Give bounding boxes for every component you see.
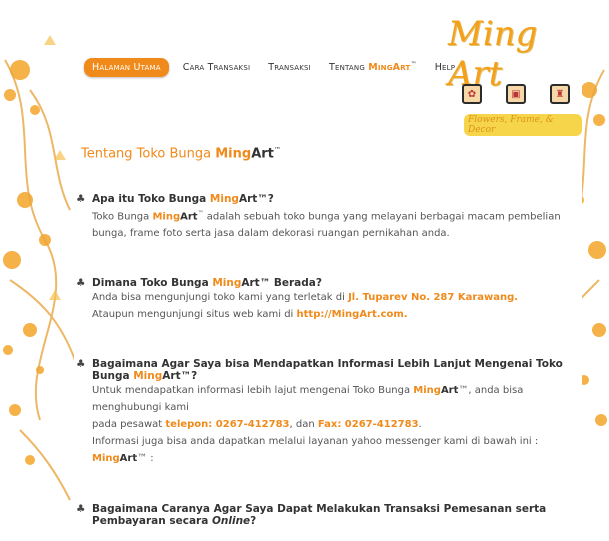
nav-tentang-label: Tentang bbox=[328, 62, 369, 74]
a1-brand-art: Art bbox=[180, 211, 198, 223]
logo-tagline: Flowers, Frame, & Decor bbox=[464, 114, 582, 136]
q1-prefix: Apa itu Toko Bunga bbox=[92, 193, 210, 205]
content-page: Halaman Utama Cara Transaksi Transaksi T… bbox=[74, 0, 582, 541]
frame-icon[interactable]: ▣ bbox=[506, 84, 526, 104]
a1-prefix: Toko Bunga bbox=[92, 211, 153, 223]
q3-suffix: ™? bbox=[180, 370, 198, 382]
address-link[interactable]: Jl. Tuparev No. 287 Karawang. bbox=[348, 292, 518, 303]
nav-tentang-mingart[interactable]: Tentang MingArt™ bbox=[325, 58, 421, 76]
page-title-trademark: ™ bbox=[273, 146, 281, 154]
faq-answer: Anda bisa mengunjungi toko kami yang ter… bbox=[92, 289, 576, 323]
floral-decoration-left bbox=[3, 35, 76, 501]
nav-cara-transaksi[interactable]: Cara Transaksi bbox=[179, 59, 254, 76]
q3-brand-ming: Ming bbox=[133, 370, 163, 382]
q4-text: Bagaimana Caranya Agar Saya Dapat Melaku… bbox=[92, 503, 547, 527]
faq-item: ♣ Bagaimana Agar Saya bisa Mendapatkan I… bbox=[76, 358, 576, 467]
a3-line2-prefix: pada pesawat bbox=[92, 419, 166, 430]
faq-answer: Toko Bunga MingArt™ adalah sebuah toko b… bbox=[92, 205, 576, 242]
q4-end: ? bbox=[250, 515, 257, 527]
club-bullet-icon: ♣ bbox=[76, 193, 86, 205]
page-title-brand-ming: Ming bbox=[215, 146, 252, 162]
a3-brand-art: Art bbox=[440, 385, 459, 396]
page-title: Tentang Toko Bunga MingArt™ bbox=[81, 146, 281, 161]
club-bullet-icon: ♣ bbox=[76, 277, 86, 289]
faq-question: ♣ Bagaimana Caranya Agar Saya Dapat Mela… bbox=[76, 503, 576, 527]
a3-line2-end: . bbox=[418, 419, 422, 430]
a3-brand-ming: Ming bbox=[413, 385, 441, 396]
mingart-logo[interactable]: Ming Art ✿ ▣ ♜ Flowers, Frame, & Decor bbox=[442, 10, 582, 136]
logo-icons: ✿ ▣ ♜ bbox=[462, 84, 570, 104]
q2-brand-art: Art bbox=[241, 277, 260, 289]
decor-icon[interactable]: ♜ bbox=[550, 84, 570, 104]
nav-halaman-utama-label: Halaman Utama bbox=[92, 62, 161, 73]
a3-line2-mid: , dan bbox=[289, 419, 318, 430]
telephone-number[interactable]: telepon: 0267-412783 bbox=[165, 419, 289, 430]
nav-transaksi[interactable]: Transaksi bbox=[264, 59, 315, 76]
flower-icon[interactable]: ✿ bbox=[462, 84, 482, 104]
a2-line1-prefix: Anda bisa mengunjungi toko kami yang ter… bbox=[92, 292, 349, 303]
faq-question: ♣ Bagaimana Agar Saya bisa Mendapatkan I… bbox=[76, 358, 576, 382]
main-nav: Halaman Utama Cara Transaksi Transaksi T… bbox=[84, 58, 459, 77]
a3-line4-brand-ming: Ming bbox=[92, 453, 120, 464]
q1-brand-art: Art bbox=[238, 193, 258, 205]
faq-item: ♣ Bagaimana Caranya Agar Saya Dapat Mela… bbox=[76, 503, 576, 527]
page-title-brand-art: Art bbox=[251, 146, 274, 162]
a3-line4-suffix: ™ : bbox=[137, 453, 154, 464]
q2-prefix: Dimana Toko Bunga bbox=[92, 277, 213, 289]
logo-title: Ming Art bbox=[448, 14, 538, 94]
faq-question: ♣ Dimana Toko Bunga MingArt™ Berada? bbox=[76, 277, 576, 289]
q3-brand-art: Art bbox=[162, 370, 181, 382]
a3-line3: Informasi juga bisa anda dapatkan melalu… bbox=[92, 436, 539, 447]
club-bullet-icon: ♣ bbox=[76, 358, 86, 370]
q1-suffix: ™? bbox=[257, 193, 274, 205]
page-title-prefix: Tentang Toko Bunga bbox=[81, 146, 216, 162]
fax-number[interactable]: Fax: 0267-412783 bbox=[318, 419, 419, 430]
faq-item: ♣ Dimana Toko Bunga MingArt™ Berada? And… bbox=[76, 277, 576, 323]
a3-line1-prefix: Untuk mendapatkan informasi lebih lajut … bbox=[92, 385, 414, 396]
q4-online: Online bbox=[211, 515, 251, 527]
faq-answer: Untuk mendapatkan informasi lebih lajut … bbox=[92, 382, 576, 467]
q2-suffix: ™ Berada? bbox=[259, 277, 322, 289]
q1-brand-ming: Ming bbox=[209, 193, 239, 205]
club-bullet-icon: ♣ bbox=[76, 503, 86, 515]
a2-line2-prefix: Ataupun mengunjungi situs web kami di bbox=[92, 309, 297, 320]
nav-brand-art: Art bbox=[392, 62, 411, 74]
website-link[interactable]: http://MingArt.com. bbox=[297, 309, 408, 320]
faq-item: ♣ Apa itu Toko Bunga MingArt™? Toko Bung… bbox=[76, 193, 576, 242]
a3-line4-brand-art: Art bbox=[119, 453, 138, 464]
nav-transaksi-label: Transaksi bbox=[268, 62, 311, 73]
nav-trademark: ™ bbox=[410, 61, 417, 69]
nav-cara-transaksi-label: Cara Transaksi bbox=[182, 62, 251, 73]
a1-brand-ming: Ming bbox=[152, 211, 181, 223]
nav-brand-ming: Ming bbox=[368, 62, 393, 74]
q2-brand-ming: Ming bbox=[212, 277, 242, 289]
nav-halaman-utama[interactable]: Halaman Utama bbox=[84, 58, 169, 77]
faq-question: ♣ Apa itu Toko Bunga MingArt™? bbox=[76, 193, 576, 205]
